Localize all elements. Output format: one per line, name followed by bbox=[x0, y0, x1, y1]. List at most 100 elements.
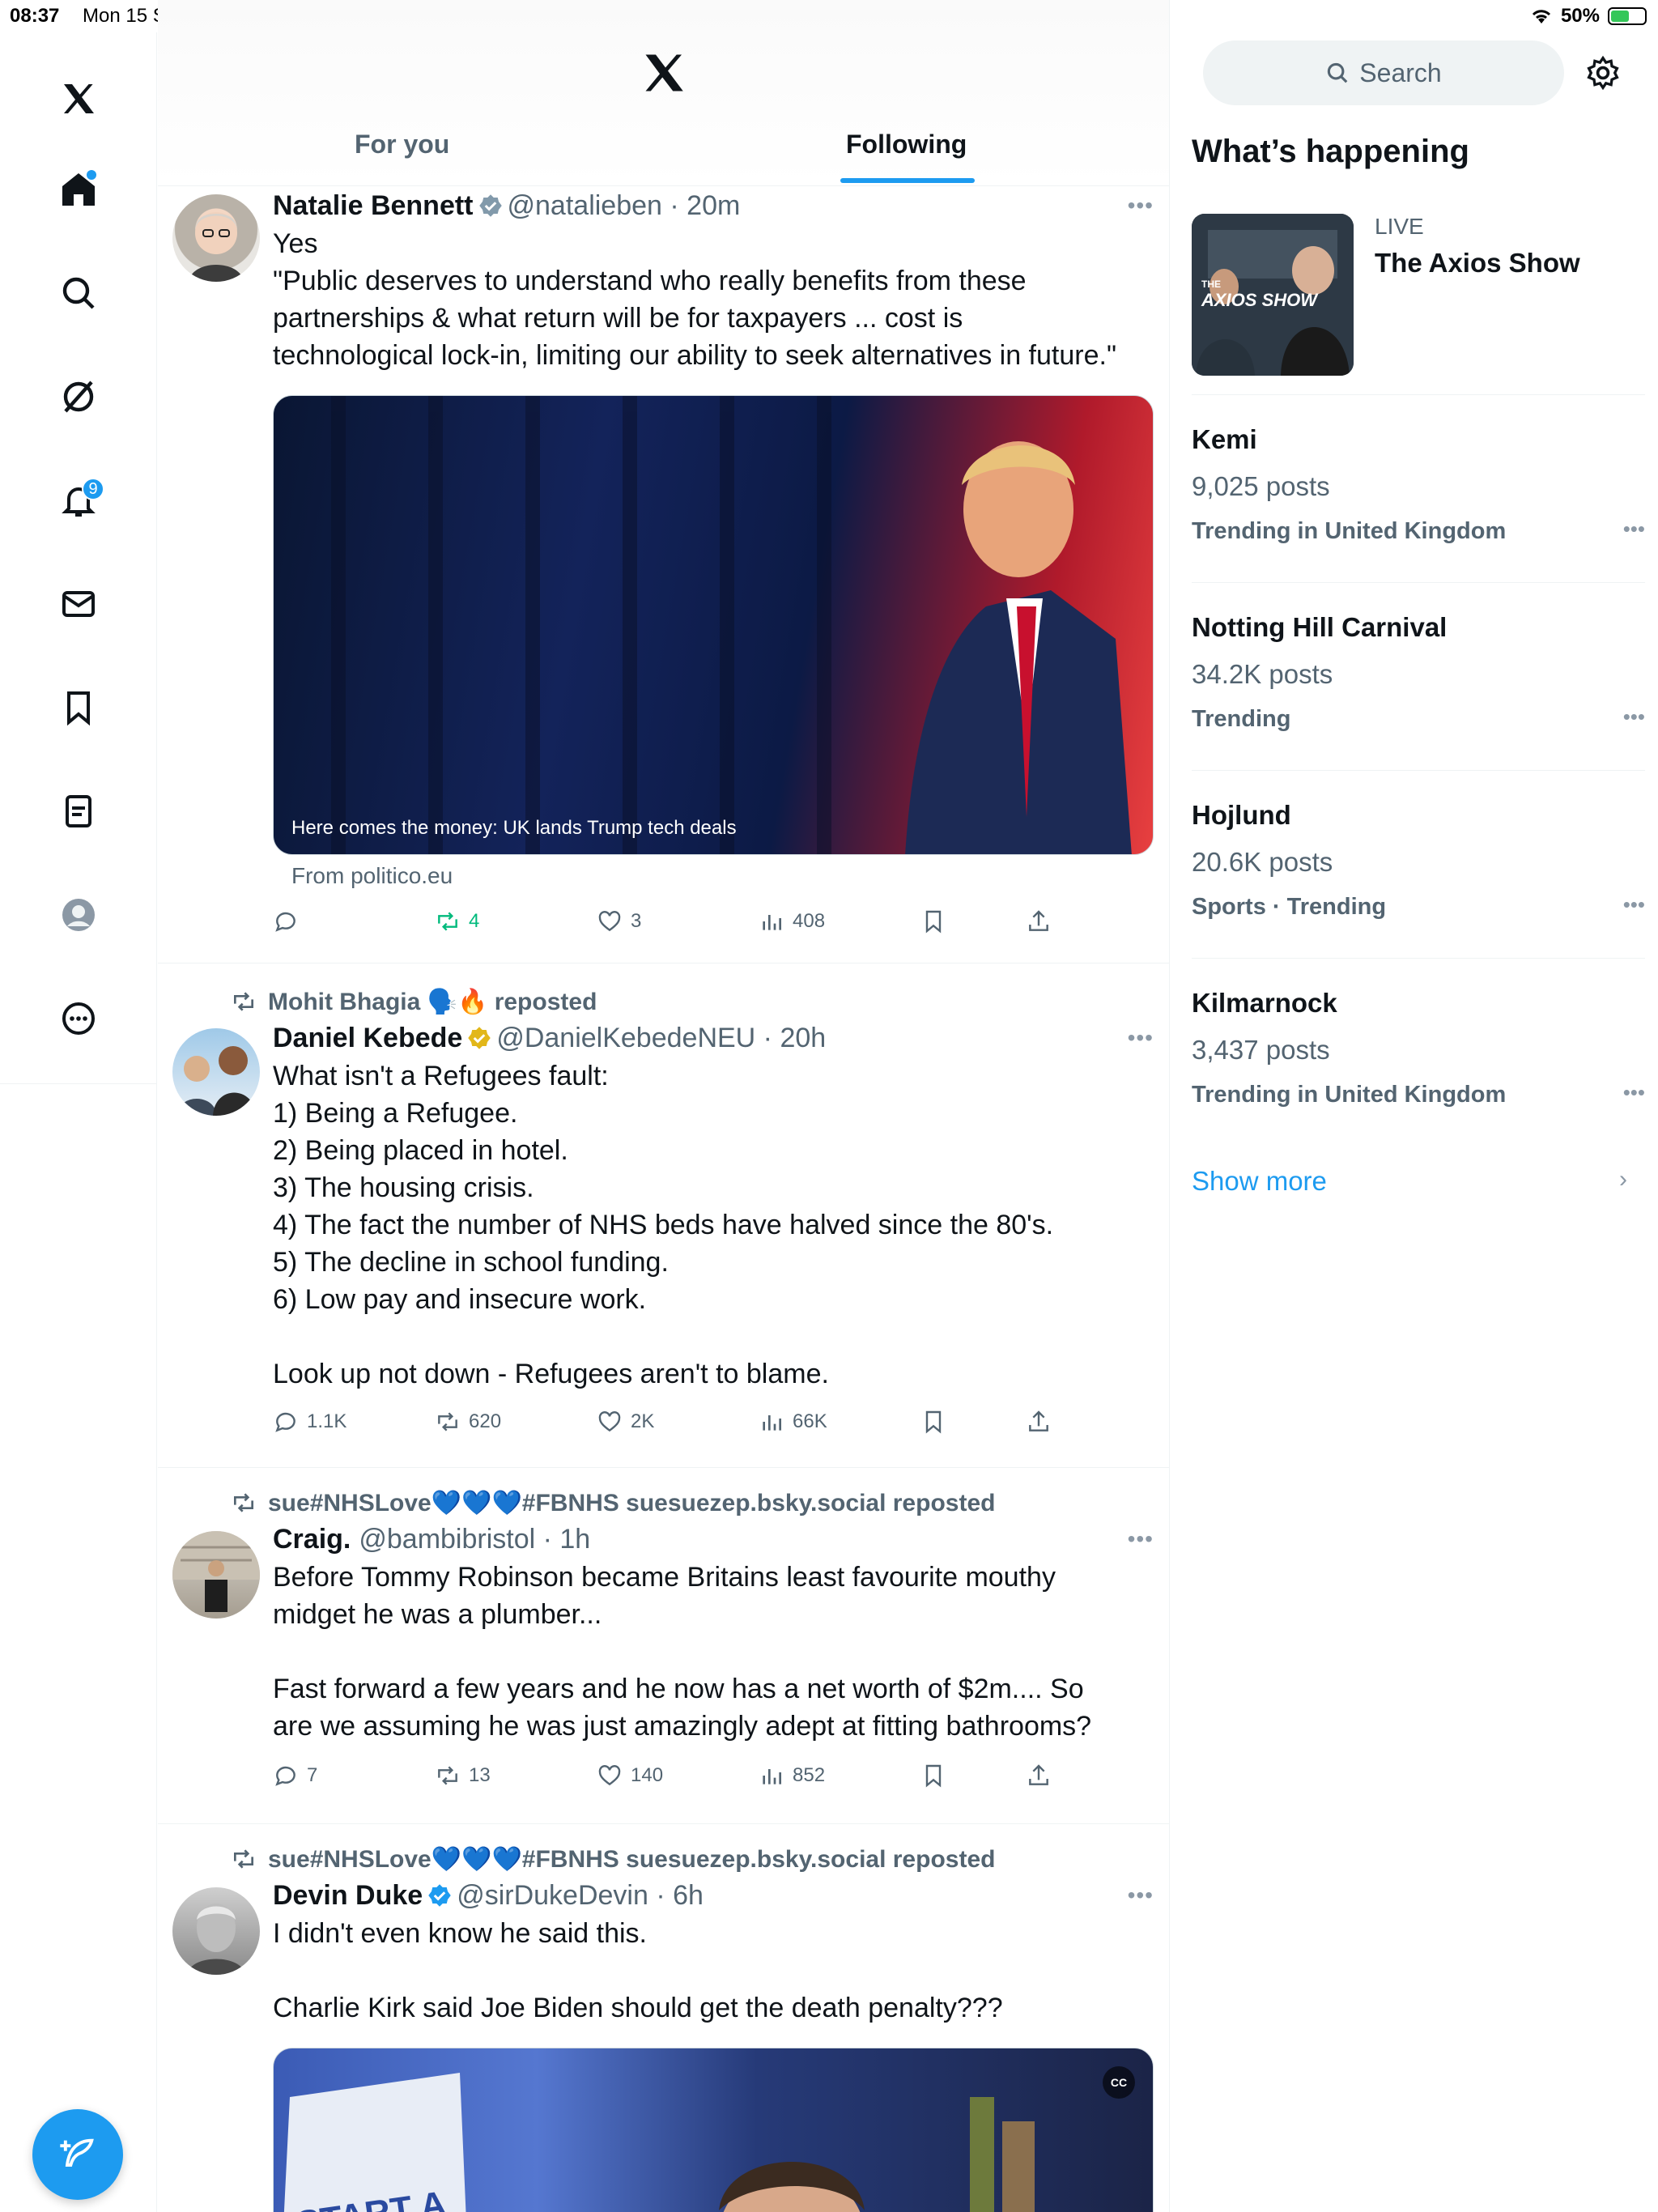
avatar[interactable] bbox=[172, 1028, 260, 1116]
explore-search-icon[interactable] bbox=[53, 267, 104, 319]
trend-item[interactable]: Kemi 9,025 posts Trending in United King… bbox=[1192, 395, 1645, 583]
nav-divider bbox=[0, 1083, 157, 1084]
author-handle[interactable]: @DanielKebedeNEU bbox=[496, 1023, 755, 1053]
retweet-button[interactable]: 620 bbox=[435, 1409, 501, 1435]
tweet-daniel-kebede[interactable]: Mohit Bhagia 🗣️🔥 reposted Daniel Kebede @… bbox=[158, 963, 1169, 1468]
bookmark-icon bbox=[925, 910, 942, 934]
tweet-craig[interactable]: sue#NHSLove💙💙💙#FBNHS suesuezep.bsky.soci… bbox=[158, 1468, 1169, 1824]
like-button[interactable]: 140 bbox=[597, 1763, 663, 1789]
link-card-image[interactable]: Here comes the money: UK lands Trump tec… bbox=[273, 395, 1154, 855]
bookmark-button[interactable] bbox=[920, 908, 946, 934]
reply-count: 1.1K bbox=[307, 1410, 347, 1432]
post-time[interactable]: 6h bbox=[673, 1880, 704, 1911]
like-count: 3 bbox=[631, 910, 642, 932]
post-time[interactable]: 20m bbox=[687, 190, 740, 221]
timeline-header: For you Following bbox=[158, 0, 1169, 186]
trend-more-icon[interactable]: ••• bbox=[1623, 1080, 1645, 1105]
avatar[interactable] bbox=[172, 1887, 260, 1975]
search-icon bbox=[1328, 62, 1348, 83]
trend-context: Trending bbox=[1192, 706, 1291, 732]
trend-item[interactable]: Notting Hill Carnival 34.2K posts Trendi… bbox=[1192, 583, 1645, 771]
like-count: 2K bbox=[631, 1410, 655, 1432]
feather-plus-icon bbox=[60, 2138, 94, 2167]
author-name[interactable]: Daniel Kebede bbox=[273, 1023, 462, 1053]
views-button[interactable]: 852 bbox=[759, 1763, 825, 1789]
live-thumb-text: AXIOS SHOW bbox=[1201, 290, 1318, 310]
reply-button[interactable]: 7 bbox=[273, 1763, 317, 1789]
author-name[interactable]: Devin Duke bbox=[273, 1880, 423, 1911]
trend-more-icon[interactable]: ••• bbox=[1623, 892, 1645, 917]
like-button[interactable]: 3 bbox=[597, 908, 641, 934]
live-label: LIVE bbox=[1375, 214, 1424, 239]
retweet-icon bbox=[438, 1412, 457, 1431]
home-icon[interactable] bbox=[53, 164, 104, 215]
bookmark-button[interactable] bbox=[920, 1763, 946, 1789]
compose-post-button[interactable] bbox=[32, 2109, 123, 2200]
live-event-card[interactable]: THE AXIOS SHOW LIVE The Axios Show bbox=[1192, 214, 1645, 395]
notifications-bell-icon[interactable]: 9 bbox=[53, 474, 104, 526]
retweet-icon bbox=[438, 1766, 457, 1785]
tab-for-you[interactable]: For you bbox=[355, 130, 449, 160]
post-time[interactable]: 20h bbox=[780, 1023, 826, 1053]
more-options-icon[interactable]: ••• bbox=[1128, 193, 1154, 219]
settings-gear-icon[interactable] bbox=[1585, 55, 1621, 91]
share-button[interactable] bbox=[1026, 908, 1052, 934]
like-button[interactable]: 2K bbox=[597, 1409, 654, 1435]
retweet-button[interactable]: 4 bbox=[435, 908, 479, 934]
heart-icon bbox=[598, 1765, 621, 1786]
show-more-link[interactable]: Show more bbox=[1192, 1166, 1327, 1197]
repost-text[interactable]: sue#NHSLove💙💙💙#FBNHS suesuezep.bsky.soci… bbox=[268, 1490, 995, 1516]
author-handle[interactable]: @sirDukeDevin bbox=[457, 1880, 648, 1911]
post-time[interactable]: 1h bbox=[559, 1524, 590, 1555]
author-handle[interactable]: @bambibristol bbox=[359, 1524, 535, 1555]
left-navigation: 9 bbox=[0, 32, 157, 2212]
more-options-icon[interactable]: ••• bbox=[1128, 1526, 1154, 1552]
trend-item[interactable]: Kilmarnock 3,437 posts Trending in Unite… bbox=[1192, 959, 1645, 1146]
repost-text[interactable]: sue#NHSLove💙💙💙#FBNHS suesuezep.bsky.soci… bbox=[268, 1846, 995, 1873]
views-button[interactable]: 66K bbox=[759, 1409, 827, 1435]
trend-more-icon[interactable]: ••• bbox=[1623, 704, 1645, 730]
x-header-logo-icon[interactable] bbox=[640, 49, 688, 97]
repost-text[interactable]: Mohit Bhagia 🗣️🔥 reposted bbox=[268, 989, 597, 1015]
tweet-natalie-bennett[interactable]: Natalie Bennett @natalieben · 20m Yes "Pu… bbox=[158, 186, 1169, 963]
trend-more-icon[interactable]: ••• bbox=[1623, 517, 1645, 542]
retweet-count: 4 bbox=[469, 910, 480, 932]
avatar[interactable] bbox=[172, 194, 260, 282]
reply-button[interactable]: 1.1K bbox=[273, 1409, 346, 1435]
author-handle[interactable]: @natalieben bbox=[508, 190, 662, 221]
lists-icon[interactable] bbox=[53, 785, 104, 837]
bookmark-button[interactable] bbox=[920, 1409, 946, 1435]
avatar[interactable] bbox=[172, 1531, 260, 1619]
trend-item[interactable]: Hojlund 20.6K posts Sports · Trending ••… bbox=[1192, 771, 1645, 959]
search-input[interactable]: Search bbox=[1203, 40, 1564, 105]
share-button[interactable] bbox=[1026, 1409, 1052, 1435]
tab-following[interactable]: Following bbox=[846, 130, 967, 160]
retweet-button[interactable]: 13 bbox=[435, 1763, 491, 1789]
retweet-icon bbox=[234, 992, 253, 1011]
bookmarks-icon[interactable] bbox=[53, 682, 104, 734]
video-player[interactable]: START A CC bbox=[273, 2048, 1154, 2212]
x-logo-icon[interactable] bbox=[53, 73, 104, 125]
trend-post-count: 9,025 posts bbox=[1192, 471, 1330, 501]
closed-captions-button[interactable]: CC bbox=[1103, 2066, 1135, 2099]
retweet-count: 620 bbox=[469, 1410, 502, 1432]
more-options-icon[interactable]: ••• bbox=[1128, 1025, 1154, 1051]
heart-icon bbox=[598, 911, 621, 932]
grok-icon[interactable] bbox=[53, 371, 104, 423]
author-name[interactable]: Natalie Bennett bbox=[273, 190, 474, 221]
author-name[interactable]: Craig. bbox=[273, 1524, 351, 1555]
link-source[interactable]: From politico.eu bbox=[291, 863, 453, 889]
reply-icon bbox=[275, 912, 295, 932]
chevron-right-icon[interactable]: › bbox=[1619, 1166, 1627, 1193]
gold-verified-badge-icon bbox=[468, 1027, 491, 1049]
share-button[interactable] bbox=[1026, 1763, 1052, 1789]
profile-avatar-icon[interactable] bbox=[53, 889, 104, 941]
tweet-text: What isn't a Refugees fault: 1) Being a … bbox=[273, 1061, 1054, 1389]
views-button[interactable]: 408 bbox=[759, 908, 825, 934]
reply-button[interactable] bbox=[273, 908, 299, 934]
more-options-icon[interactable] bbox=[53, 993, 104, 1044]
messages-envelope-icon[interactable] bbox=[53, 578, 104, 630]
more-options-icon[interactable]: ••• bbox=[1128, 1882, 1154, 1908]
tweet-devin-duke[interactable]: sue#NHSLove💙💙💙#FBNHS suesuezep.bsky.soci… bbox=[158, 1824, 1169, 2212]
retweet-icon bbox=[234, 1493, 253, 1512]
